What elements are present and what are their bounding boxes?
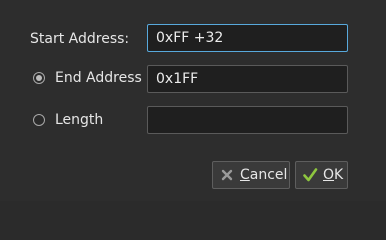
- checkmark-icon: [302, 167, 318, 183]
- cancel-button[interactable]: Cancel: [212, 161, 290, 189]
- length-input[interactable]: [147, 106, 348, 134]
- cancel-mnemonic: C: [240, 167, 250, 183]
- start-address-input[interactable]: 0xFF +32: [147, 24, 348, 52]
- length-label: Length: [55, 112, 104, 128]
- end-address-radio[interactable]: [33, 72, 45, 84]
- cancel-button-label: Cancel: [240, 167, 287, 183]
- length-radio[interactable]: [33, 114, 45, 126]
- cancel-x-icon: [219, 167, 235, 183]
- cancel-label-rest: ancel: [249, 167, 288, 183]
- start-address-label: Start Address:: [30, 31, 130, 47]
- ok-mnemonic: O: [323, 167, 335, 183]
- end-address-label: End Address: [55, 70, 142, 86]
- end-address-input[interactable]: 0x1FF: [147, 65, 348, 93]
- address-range-dialog: Start Address: 0xFF +32 End Address 0x1F…: [0, 0, 386, 201]
- ok-button-label: OK: [323, 167, 343, 183]
- ok-button[interactable]: OK: [295, 161, 348, 189]
- ok-label-rest: K: [334, 167, 344, 183]
